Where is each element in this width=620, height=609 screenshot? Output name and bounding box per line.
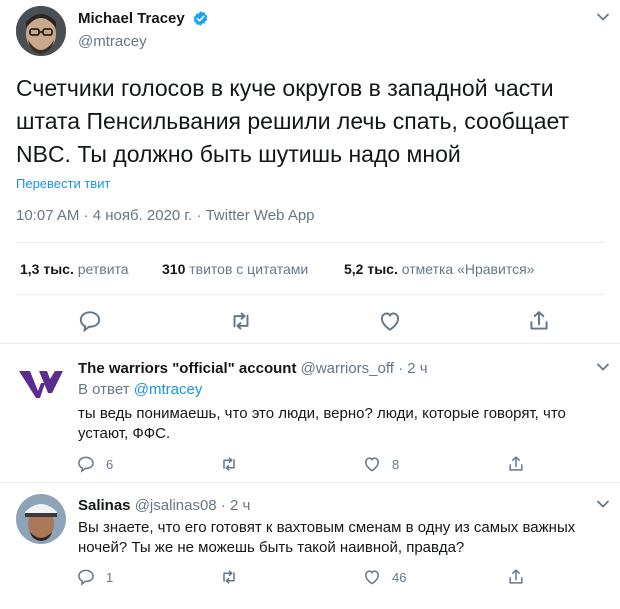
translate-link[interactable]: Перевести твит xyxy=(16,176,110,191)
reply-text: Вы знаете, что его готовят к вахтовым см… xyxy=(78,519,576,556)
quotes-stat[interactable]: 310 твитов с цитатами xyxy=(162,261,308,277)
quotes-count: 310 xyxy=(162,261,186,277)
reply-time[interactable]: · 2 ч xyxy=(398,360,428,377)
tweet-meta: 10:07 AM · 4 нояб. 2020 г. · Twitter Web… xyxy=(16,207,315,224)
like-icon[interactable] xyxy=(377,308,403,334)
reply-icon[interactable] xyxy=(76,567,96,592)
divider xyxy=(0,482,620,483)
reply-time[interactable]: · 2 ч xyxy=(221,497,251,514)
retweet-icon[interactable] xyxy=(228,308,254,334)
quotes-label: твитов с цитатами xyxy=(189,261,309,277)
reply-author-name-text: The warriors "official" account xyxy=(78,360,297,377)
reply-author-name[interactable]: The warriors "official" account @warrior… xyxy=(78,360,428,377)
like-icon[interactable] xyxy=(362,567,382,592)
likes-count: 5,2 тыс. xyxy=(344,261,398,277)
like-count: 46 xyxy=(392,570,407,585)
reply-author-handle[interactable]: @warriors_off xyxy=(301,360,394,377)
retweets-label: ретвита xyxy=(77,261,129,277)
verified-badge-icon xyxy=(192,10,209,27)
reply-author-name-text: Salinas xyxy=(78,497,131,514)
reply-to-handle[interactable]: @mtracey xyxy=(134,381,203,398)
divider xyxy=(16,294,604,295)
reply-icon[interactable] xyxy=(77,308,103,334)
retweet-icon[interactable] xyxy=(219,567,239,592)
author-name[interactable]: Michael Tracey xyxy=(78,10,185,27)
reply-icon[interactable] xyxy=(76,454,96,479)
reply-count: 6 xyxy=(106,457,114,472)
retweets-count: 1,3 тыс. xyxy=(20,261,74,277)
reply-count: 1 xyxy=(106,570,114,585)
reply-author-handle[interactable]: @jsalinas08 xyxy=(135,497,217,514)
reply-avatar-salinas[interactable] xyxy=(16,494,66,544)
divider xyxy=(16,242,604,243)
retweets-stat[interactable]: 1,3 тыс. ретвита xyxy=(20,261,129,277)
reply-to-line: В ответ @mtracey xyxy=(78,381,202,398)
share-icon[interactable] xyxy=(506,454,526,479)
like-count: 8 xyxy=(392,457,400,472)
chevron-down-icon[interactable] xyxy=(596,8,610,29)
reply-avatar-warriors[interactable] xyxy=(16,358,66,408)
chevron-down-icon[interactable] xyxy=(596,358,610,379)
retweet-icon[interactable] xyxy=(219,454,239,479)
reply-text: ты ведь понимаешь, что это люди, верно? … xyxy=(78,405,566,442)
author-avatar[interactable] xyxy=(16,6,66,56)
tweet-text: Счетчики голосов в куче округов в западн… xyxy=(16,75,570,167)
likes-label: отметка «Нравится» xyxy=(401,261,535,277)
reply-to-prefix: В ответ xyxy=(78,381,130,398)
author-handle[interactable]: @mtracey xyxy=(78,33,147,50)
like-icon[interactable] xyxy=(362,454,382,479)
reply-author-name[interactable]: Salinas @jsalinas08 · 2 ч xyxy=(78,497,250,514)
share-icon[interactable] xyxy=(506,567,526,592)
share-icon[interactable] xyxy=(526,308,552,334)
likes-stat[interactable]: 5,2 тыс. отметка «Нравится» xyxy=(344,261,534,277)
chevron-down-icon[interactable] xyxy=(596,495,610,516)
divider xyxy=(0,343,620,344)
